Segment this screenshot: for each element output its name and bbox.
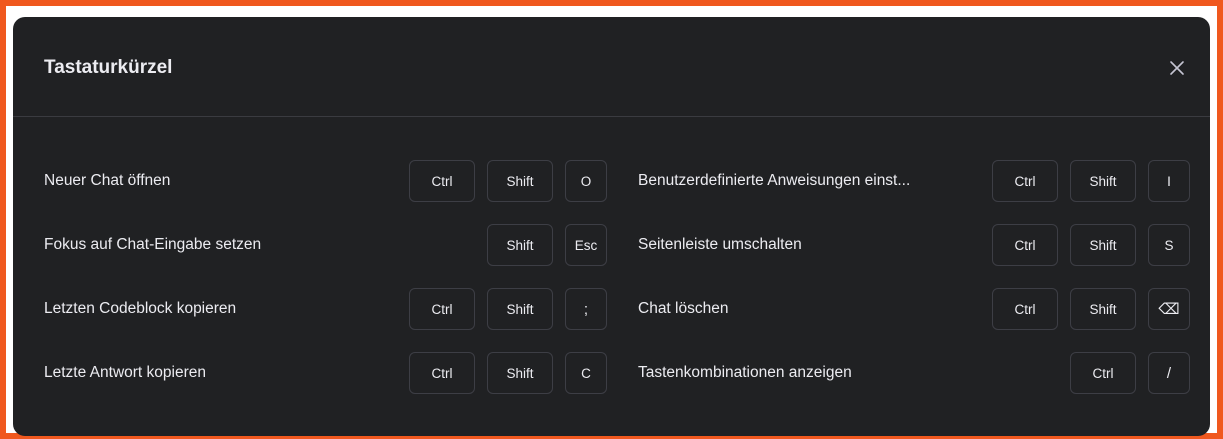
key-ctrl: Ctrl	[992, 160, 1058, 202]
shortcut-row: Neuer Chat öffnen Ctrl Shift O	[44, 159, 607, 203]
shortcut-label: Letzten Codeblock kopieren	[44, 300, 237, 317]
keyboard-shortcuts-dialog: Tastaturkürzel Neuer Chat öffnen Ctrl Sh…	[13, 17, 1210, 436]
key-s: S	[1148, 224, 1190, 266]
key-group: Ctrl Shift C	[409, 352, 607, 394]
key-semicolon: ;	[565, 288, 607, 330]
shortcut-label: Fokus auf Chat-Eingabe setzen	[44, 236, 262, 253]
close-button[interactable]	[1164, 55, 1190, 81]
shortcut-row: Seitenleiste umschalten Ctrl Shift S	[638, 223, 1190, 267]
key-ctrl: Ctrl	[1070, 352, 1136, 394]
key-shift: Shift	[487, 352, 553, 394]
shortcut-label: Letzte Antwort kopieren	[44, 364, 206, 381]
shortcut-label: Chat löschen	[638, 300, 729, 317]
key-shift: Shift	[487, 288, 553, 330]
key-group: Ctrl Shift I	[992, 160, 1190, 202]
key-esc: Esc	[565, 224, 607, 266]
key-ctrl: Ctrl	[409, 288, 475, 330]
key-shift: Shift	[487, 160, 553, 202]
key-ctrl: Ctrl	[409, 160, 475, 202]
key-group: Ctrl /	[1070, 352, 1190, 394]
key-group: Ctrl Shift S	[992, 224, 1190, 266]
shortcut-label: Neuer Chat öffnen	[44, 172, 171, 189]
key-shift: Shift	[487, 224, 553, 266]
key-c: C	[565, 352, 607, 394]
key-i: I	[1148, 160, 1190, 202]
shortcut-row: Tastenkombinationen anzeigen Ctrl /	[638, 351, 1190, 395]
shortcut-row: Chat löschen Ctrl Shift ⌫	[638, 287, 1190, 331]
shortcut-row: Fokus auf Chat-Eingabe setzen Shift Esc	[44, 223, 607, 267]
shortcut-row: Letzten Codeblock kopieren Ctrl Shift ;	[44, 287, 607, 331]
shortcut-label: Tastenkombinationen anzeigen	[638, 364, 852, 381]
key-ctrl: Ctrl	[992, 224, 1058, 266]
key-group: Ctrl Shift O	[409, 160, 607, 202]
key-ctrl: Ctrl	[992, 288, 1058, 330]
shortcut-row: Benutzerdefinierte Anweisungen einst... …	[638, 159, 1190, 203]
dialog-header: Tastaturkürzel	[13, 17, 1210, 117]
key-slash: /	[1148, 352, 1190, 394]
shortcut-label: Seitenleiste umschalten	[638, 236, 802, 253]
key-shift: Shift	[1070, 224, 1136, 266]
close-icon	[1170, 61, 1184, 75]
key-shift: Shift	[1070, 160, 1136, 202]
shortcut-row: Letzte Antwort kopieren Ctrl Shift C	[44, 351, 607, 395]
key-ctrl: Ctrl	[409, 352, 475, 394]
dialog-title: Tastaturkürzel	[44, 57, 173, 78]
key-group: Ctrl Shift ⌫	[992, 288, 1190, 330]
backspace-icon: ⌫	[1148, 288, 1190, 330]
shortcut-label: Benutzerdefinierte Anweisungen einst...	[638, 172, 911, 189]
key-o: O	[565, 160, 607, 202]
key-group: Shift Esc	[487, 224, 607, 266]
key-shift: Shift	[1070, 288, 1136, 330]
key-group: Ctrl Shift ;	[409, 288, 607, 330]
